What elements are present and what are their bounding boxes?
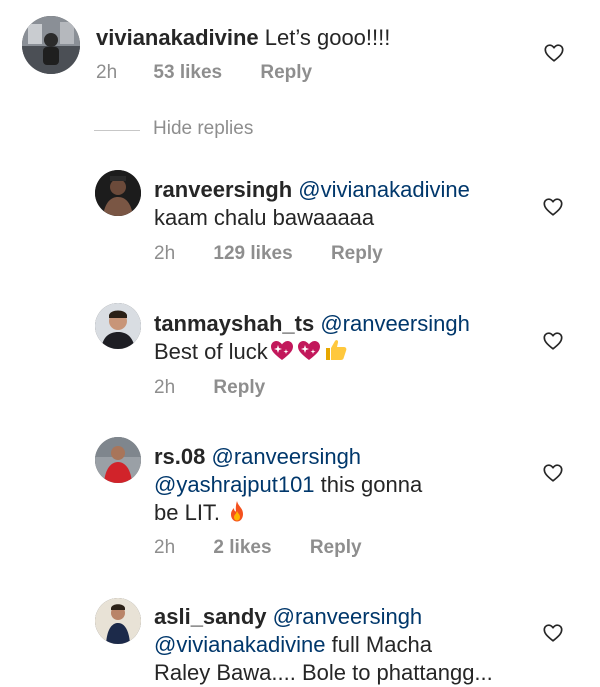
heart-outline-icon[interactable] bbox=[542, 622, 564, 644]
sparkling-heart-emoji bbox=[269, 338, 295, 369]
avatar-ranveersingh[interactable] bbox=[95, 170, 141, 216]
comment-meta: 2h 2 likes Reply bbox=[154, 537, 362, 559]
comment-text: rs.08 @ranveersingh @yashrajput101 this … bbox=[154, 443, 534, 530]
comment-body: Raley Bawa.... Bole to phattangg... bbox=[154, 660, 493, 685]
comment-body: Let’s gooo!!!! bbox=[264, 25, 391, 50]
avatar-tanmayshah-ts[interactable] bbox=[95, 303, 141, 349]
reply-button[interactable]: Reply bbox=[213, 377, 265, 399]
avatar-asli-sandy[interactable] bbox=[95, 598, 141, 644]
username[interactable]: ranveersingh bbox=[154, 177, 292, 202]
likes-count[interactable]: 129 likes bbox=[213, 243, 292, 265]
timestamp: 2h bbox=[154, 537, 176, 558]
thumbs-up-emoji bbox=[323, 338, 349, 369]
timestamp: 2h bbox=[154, 377, 176, 398]
comment-text: vivianakadivine Let’s gooo!!!! bbox=[96, 24, 516, 52]
reply-button[interactable]: Reply bbox=[310, 537, 362, 559]
comment-body: kaam chalu bawaaaaa bbox=[154, 205, 375, 230]
comment-text: tanmayshah_ts @ranveersingh Best of luck bbox=[154, 310, 534, 369]
comment-meta: 2h Reply bbox=[154, 377, 265, 399]
mention-link[interactable]: @vivianakadivine bbox=[298, 177, 470, 202]
likes-count[interactable]: 53 likes bbox=[153, 62, 222, 84]
hide-replies-label[interactable]: Hide replies bbox=[153, 118, 253, 140]
comment-text: ranveersingh @vivianakadivine kaam chalu… bbox=[154, 176, 534, 232]
username[interactable]: vivianakadivine bbox=[96, 25, 259, 50]
mention-link[interactable]: @ranveersingh bbox=[273, 604, 423, 629]
mention-link[interactable]: @vivianakadivine bbox=[154, 632, 326, 657]
sparkling-heart-emoji bbox=[296, 338, 322, 369]
fire-emoji bbox=[227, 499, 247, 530]
avatar-rs-08[interactable] bbox=[95, 437, 141, 483]
comment-text: asli_sandy @ranveersingh @vivianakadivin… bbox=[154, 603, 554, 687]
mention-link[interactable]: @ranveersingh bbox=[212, 444, 362, 469]
comment-body: this gonna bbox=[320, 472, 423, 497]
likes-count[interactable]: 2 likes bbox=[213, 537, 271, 559]
username[interactable]: asli_sandy bbox=[154, 604, 267, 629]
divider-line bbox=[94, 130, 140, 131]
username[interactable]: rs.08 bbox=[154, 444, 205, 469]
comment-body: Best of luck bbox=[154, 339, 268, 364]
avatar-vivianakadivine[interactable] bbox=[22, 16, 80, 74]
comment-body: be LIT. bbox=[154, 500, 221, 525]
reply-button[interactable]: Reply bbox=[331, 243, 383, 265]
comment-body: full Macha bbox=[331, 632, 432, 657]
mention-link[interactable]: @yashrajput101 bbox=[154, 472, 315, 497]
comment-meta: 2h 129 likes Reply bbox=[154, 243, 383, 265]
username[interactable]: tanmayshah_ts bbox=[154, 311, 314, 336]
heart-outline-icon[interactable] bbox=[543, 42, 565, 64]
timestamp: 2h bbox=[96, 62, 118, 83]
heart-outline-icon[interactable] bbox=[542, 330, 564, 352]
heart-outline-icon[interactable] bbox=[542, 196, 564, 218]
reply-button[interactable]: Reply bbox=[260, 62, 312, 84]
mention-link[interactable]: @ranveersingh bbox=[320, 311, 470, 336]
timestamp: 2h bbox=[154, 243, 176, 264]
comment-meta: 2h 53 likes Reply bbox=[96, 62, 312, 84]
heart-outline-icon[interactable] bbox=[542, 462, 564, 484]
